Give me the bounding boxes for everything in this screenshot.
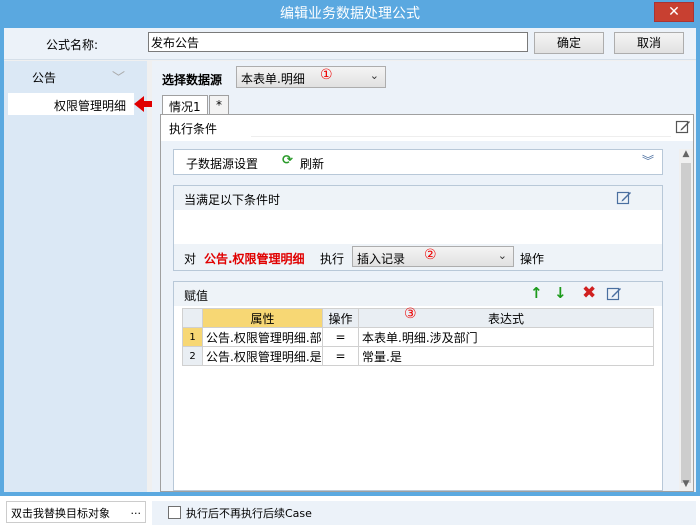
row-number: 2 <box>182 346 203 366</box>
stop-following-label: 执行后不再执行后续Case <box>186 507 312 520</box>
row-number: 1 <box>182 327 203 347</box>
vertical-scrollbar[interactable]: ▲ ▼ <box>679 149 693 491</box>
dialog-window: 编辑业务数据处理公式 ✕ 公式名称: 确定 取消 公告 ﹀ 权限管理明细 双击我… <box>0 0 700 525</box>
tree-item-label: 权限管理明细 <box>54 99 127 113</box>
condition-section: 当满足以下条件时 对 公告.权限管理明细 执行 插入记录 ⌄ ② 操作 <box>173 185 663 271</box>
edit-icon[interactable] <box>606 286 622 302</box>
column-header-expression[interactable]: 表达式 <box>358 308 654 328</box>
sub-datasource-section: 子数据源设置 ⟳ 刷新 ︾ <box>173 149 663 175</box>
chevron-down-icon: ﹀ <box>112 71 126 86</box>
condition-section-title: 当满足以下条件时 <box>184 193 281 207</box>
refresh-icon[interactable]: ⟳ <box>282 153 293 168</box>
table-header-row: 属性 操作 表达式 <box>182 308 654 328</box>
ok-button[interactable]: 确定 <box>534 32 604 54</box>
main-panel: 选择数据源 本表单.明细 ⌄ ① 情况1 * 执行条件 ▲ ▼ 子数据源设置 ⟳… <box>152 61 696 525</box>
title-bar: 编辑业务数据处理公式 ✕ <box>0 0 700 28</box>
cancel-button[interactable]: 取消 <box>614 32 684 54</box>
execute-condition-label: 执行条件 <box>169 122 218 136</box>
operator-cell[interactable]: = <box>322 346 359 366</box>
formula-name-row: 公式名称: 确定 取消 <box>4 28 696 60</box>
assignment-title: 赋值 <box>184 289 209 303</box>
window-title: 编辑业务数据处理公式 <box>280 6 420 22</box>
property-cell[interactable]: 公告.权限管理明细.部 <box>202 327 323 347</box>
stop-following-checkbox[interactable] <box>168 506 181 519</box>
action-value: 插入记录 <box>357 252 406 266</box>
action-prefix: 对 <box>184 252 197 266</box>
more-button[interactable]: ... <box>131 504 142 517</box>
scroll-up-icon[interactable]: ▲ <box>679 149 693 161</box>
marker-1: ① <box>320 67 333 83</box>
replace-target-field[interactable]: 双击我替换目标对象 ... <box>6 501 146 523</box>
scroll-thumb[interactable] <box>681 163 691 483</box>
sub-datasource-label: 子数据源设置 <box>186 157 259 171</box>
marker-2: ② <box>424 247 437 263</box>
action-exec-label: 执行 <box>320 252 345 266</box>
operator-cell[interactable]: = <box>322 327 359 347</box>
table-row[interactable]: 1 公告.权限管理明细.部 = 本表单.明细.涉及部门 <box>182 327 654 347</box>
column-header-operator[interactable]: 操作 <box>322 308 359 328</box>
close-button[interactable]: ✕ <box>654 2 694 22</box>
case-content: ▲ ▼ 子数据源设置 ⟳ 刷新 ︾ 当满足以下条件时 对 公告.权限管理明细 执… <box>161 141 693 491</box>
property-cell[interactable]: 公告.权限管理明细.是 <box>202 346 323 366</box>
condition-section-header: 当满足以下条件时 <box>174 186 662 210</box>
tree-group-label: 公告 <box>32 71 57 85</box>
footer-bar: 执行后不再执行后续Case <box>152 501 696 525</box>
replace-target-text: 双击我替换目标对象 <box>11 507 110 520</box>
action-target: 公告.权限管理明细 <box>204 252 305 266</box>
column-header-property[interactable]: 属性 <box>202 308 323 328</box>
column-header-index <box>182 308 203 328</box>
expression-cell[interactable]: 常量.是 <box>358 346 654 366</box>
edit-icon[interactable] <box>675 119 691 135</box>
tab-case-1[interactable]: 情况1 <box>162 95 208 115</box>
scroll-down-icon[interactable]: ▼ <box>679 479 693 491</box>
marker-3: ③ <box>404 306 417 322</box>
delete-icon[interactable]: ✖ <box>582 283 596 303</box>
target-tree-panel: 公告 ﹀ 权限管理明细 双击我替换目标对象 ... <box>4 61 154 523</box>
execute-condition-row: 执行条件 <box>161 117 693 139</box>
table-row[interactable]: 2 公告.权限管理明细.是 = 常量.是 <box>182 346 654 366</box>
expression-cell[interactable]: 本表单.明细.涉及部门 <box>358 327 654 347</box>
tree-group-announcement[interactable]: 公告 ﹀ <box>4 65 147 89</box>
chevron-down-icon: ⌄ <box>497 249 507 262</box>
datasource-select[interactable]: 本表单.明细 ⌄ <box>236 66 386 88</box>
move-down-icon[interactable]: ↓ <box>554 284 567 302</box>
assignment-table: 属性 操作 表达式 1 公告.权限管理明细.部 = 本表单.明细.涉及部门 2 … <box>182 308 654 366</box>
tree-item-permission-detail[interactable]: 权限管理明细 <box>8 93 134 115</box>
collapse-icon[interactable]: ︾ <box>642 152 654 169</box>
action-row: 对 公告.权限管理明细 执行 插入记录 ⌄ ② 操作 <box>174 244 662 270</box>
case-panel: 执行条件 ▲ ▼ 子数据源设置 ⟳ 刷新 ︾ 当满足以下条件时 对 公告.权限管… <box>160 114 694 492</box>
assignment-section-header: 赋值 ↑ ↓ ✖ <box>174 282 662 306</box>
formula-name-label: 公式名称: <box>46 38 99 52</box>
datasource-value: 本表单.明细 <box>241 72 305 86</box>
action-suffix: 操作 <box>520 252 545 266</box>
formula-name-input[interactable] <box>148 32 528 52</box>
client-area: 公式名称: 确定 取消 公告 ﹀ 权限管理明细 双击我替换目标对象 ... 选择… <box>4 28 696 525</box>
chevron-down-icon: ⌄ <box>369 69 379 82</box>
refresh-label[interactable]: 刷新 <box>300 155 324 172</box>
tab-new-case[interactable]: * <box>209 95 229 115</box>
datasource-label: 选择数据源 <box>162 73 223 87</box>
move-up-icon[interactable]: ↑ <box>530 284 543 302</box>
assignment-section: 赋值 ↑ ↓ ✖ ③ 属性 操作 表达式 1 公告.权限管理明细.部 = 本表单… <box>173 281 663 491</box>
execute-condition-field[interactable] <box>251 117 671 137</box>
edit-icon[interactable] <box>616 190 632 206</box>
